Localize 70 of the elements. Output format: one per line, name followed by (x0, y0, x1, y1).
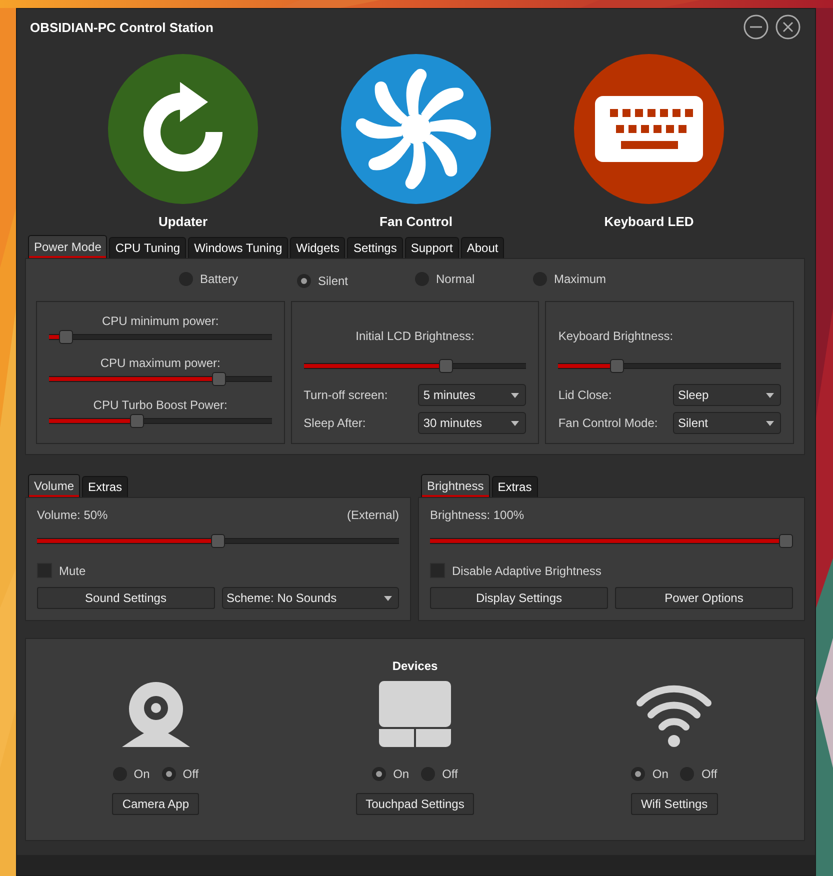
button[interactable]: Touchpad Settings (356, 793, 474, 815)
minimize-icon (743, 14, 769, 40)
checkbox[interactable]: Disable Adaptive Brightness (430, 563, 602, 578)
dropdown[interactable]: 30 minutes (418, 412, 526, 434)
dropdown[interactable]: Scheme: No Sounds (222, 587, 399, 609)
keyboard-icon (574, 54, 724, 204)
label: CPU maximum power: (99, 356, 222, 372)
caret-icon (384, 596, 392, 600)
tab[interactable]: Power Mode (28, 235, 108, 258)
dropdown[interactable]: Sleep (673, 384, 781, 406)
fan-icon (341, 54, 491, 204)
launcher-button[interactable]: Updater (108, 54, 258, 229)
label: Lid Close: (558, 388, 612, 402)
caret-icon (511, 392, 520, 398)
slider-thumb[interactable] (212, 372, 226, 386)
label: Brightness: 100% (430, 508, 524, 522)
radio-button[interactable]: On (631, 767, 668, 781)
label: Keyboard Brightness: (558, 329, 674, 345)
checkbox[interactable]: Mute (37, 563, 86, 578)
label: CPU Turbo Boost Power: (92, 398, 228, 414)
button[interactable]: Camera App (112, 793, 200, 815)
note: (External) (346, 508, 399, 522)
radio-button[interactable]: Normal (415, 272, 533, 286)
dropdown[interactable]: Silent (673, 412, 781, 434)
tab[interactable]: Volume (28, 474, 80, 497)
radio-button[interactable]: Silent (297, 274, 415, 288)
tab[interactable]: Widgets (290, 237, 346, 258)
tab[interactable]: About (460, 237, 504, 258)
window-title: OBSIDIAN-PC Control Station (30, 20, 214, 34)
caret-icon (766, 392, 774, 398)
tab[interactable]: CPU Tuning (109, 237, 186, 258)
radio-button[interactable]: Battery (179, 272, 297, 286)
label: Fan Control Mode: (558, 416, 658, 430)
button[interactable]: Power Options (615, 587, 793, 609)
radio-button[interactable]: On (372, 767, 410, 781)
close-icon (775, 14, 801, 40)
tab[interactable]: Extras (82, 476, 128, 497)
close-button[interactable] (775, 14, 801, 40)
tab[interactable]: Extras (492, 476, 538, 497)
slider-thumb[interactable] (610, 359, 624, 373)
tab[interactable]: Settings (347, 237, 403, 258)
radio-button[interactable]: Off (421, 767, 458, 781)
radio-button[interactable]: Off (680, 767, 718, 781)
label: Sleep After: (304, 416, 366, 430)
dropdown[interactable]: 5 minutes (418, 384, 526, 406)
tab[interactable]: Windows Tuning (188, 237, 288, 258)
launcher-button[interactable]: Fan Control (341, 54, 491, 229)
slider-thumb[interactable] (211, 534, 225, 548)
slider-thumb[interactable] (779, 534, 793, 548)
label: Volume: 50% (37, 508, 108, 522)
launcher-button[interactable]: Keyboard LED (574, 54, 724, 229)
refresh-icon (108, 54, 258, 204)
tab[interactable]: Support (404, 237, 459, 258)
label: Turn-off screen: (304, 388, 388, 402)
caret-icon (766, 420, 774, 426)
slider-thumb[interactable] (439, 359, 454, 373)
button[interactable]: Display Settings (430, 587, 608, 609)
label: CPU minimum power: (100, 314, 220, 330)
radio-button[interactable]: Off (162, 767, 199, 781)
slider-thumb[interactable] (130, 414, 144, 428)
tab[interactable]: Brightness (421, 474, 490, 497)
caret-icon (511, 420, 520, 426)
section-title: Devices (391, 659, 439, 675)
label: Initial LCD Brightness: (354, 329, 476, 345)
button[interactable]: Wifi Settings (630, 793, 718, 815)
minimize-button[interactable] (743, 14, 769, 40)
slider-thumb[interactable] (59, 330, 74, 344)
radio-button[interactable]: Maximum (533, 272, 651, 286)
radio-button[interactable]: On (112, 767, 150, 781)
button[interactable]: Sound Settings (37, 587, 214, 609)
